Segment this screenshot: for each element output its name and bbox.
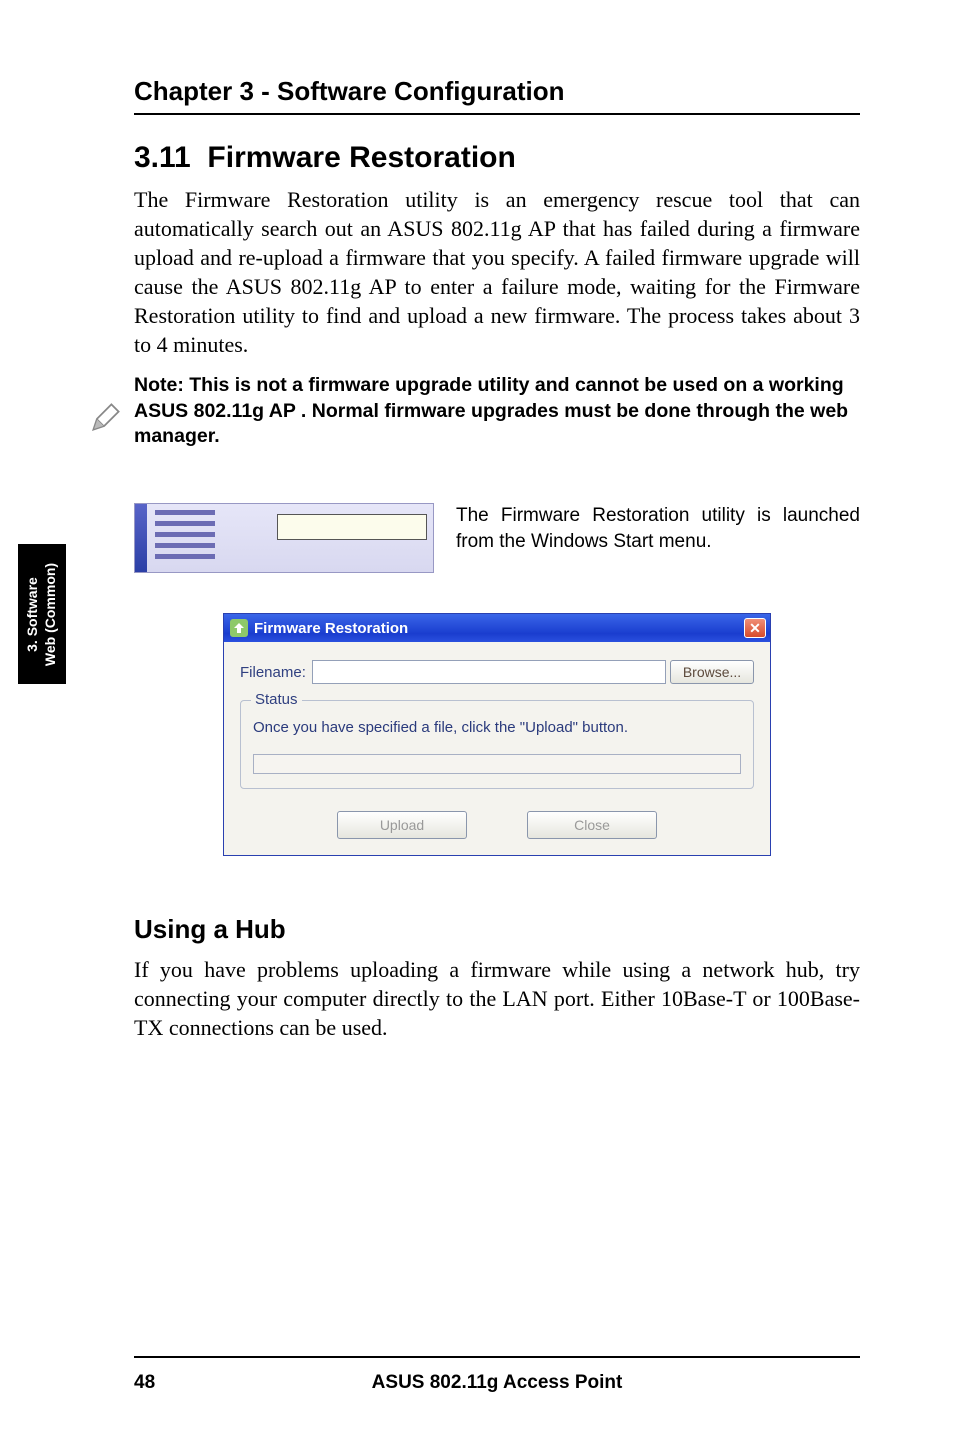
filename-input[interactable] [312,660,666,684]
progress-bar [253,754,741,774]
close-icon[interactable]: ✕ [744,618,766,638]
page-number: 48 [134,1372,194,1394]
section-number: 3.11 [134,141,191,174]
app-icon [230,619,248,637]
status-message: Once you have specified a file, click th… [253,719,741,736]
firmware-restoration-dialog: Firmware Restoration ✕ Filename: Browse.… [223,613,771,856]
divider [134,113,860,115]
browse-button[interactable]: Browse... [670,660,754,684]
note-text: Note: This is not a firmware upgrade uti… [134,373,860,449]
chapter-title: Chapter 3 - Software Configuration [134,76,860,107]
filename-label: Filename: [240,664,306,681]
start-caption: The Firmware Restoration utility is laun… [456,503,860,554]
close-button[interactable]: Close [527,811,657,839]
note-pencil-icon [88,399,124,435]
dialog-titlebar: Firmware Restoration ✕ [224,614,770,642]
subheading-using-hub: Using a Hub [134,914,860,945]
footer-product: ASUS 802.11g Access Point [194,1372,800,1394]
section-body: The Firmware Restoration utility is an e… [134,185,860,359]
section-title-text: Firmware Restoration [207,141,515,174]
hub-body: If you have problems uploading a firmwar… [134,955,860,1042]
section-heading: 3.11 Firmware Restoration [134,141,860,175]
start-menu-screenshot [134,503,434,573]
dialog-title: Firmware Restoration [254,620,408,637]
upload-button[interactable]: Upload [337,811,467,839]
status-groupbox: Status Once you have specified a file, c… [240,700,754,789]
status-legend: Status [251,691,302,708]
footer-divider [134,1356,860,1358]
